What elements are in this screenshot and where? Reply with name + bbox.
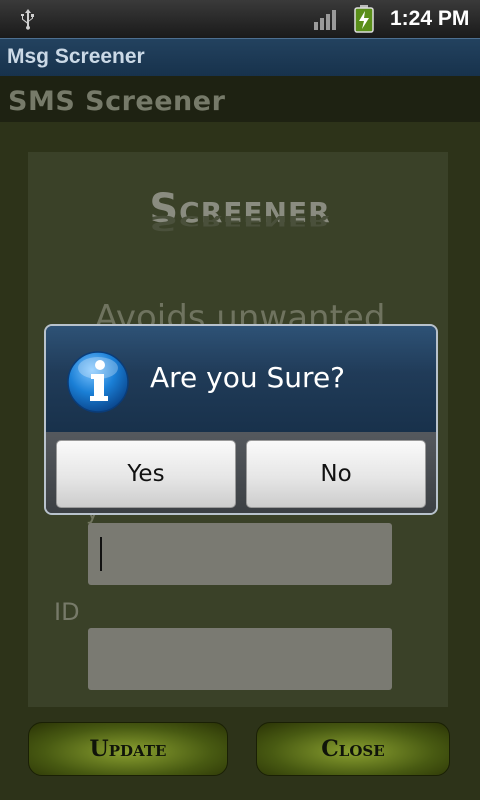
update-button[interactable]: Update	[28, 722, 228, 776]
dialog-title: Are you Sure?	[150, 361, 346, 394]
text-input-field[interactable]	[88, 523, 392, 585]
id-label: ID	[54, 598, 80, 626]
dialog-header: Are you Sure?	[46, 326, 436, 432]
text-cursor	[100, 537, 102, 571]
screen-header: SMS Screener	[0, 76, 480, 122]
status-bar: 1:24 PM	[0, 0, 480, 38]
screen-title: SMS Screener	[8, 86, 226, 117]
id-input-field[interactable]	[88, 628, 392, 690]
status-clock: 1:24 PM	[390, 7, 470, 30]
no-button[interactable]: No	[246, 440, 426, 508]
dialog-button-bar: Yes No	[46, 432, 436, 513]
yes-button[interactable]: Yes	[56, 440, 236, 508]
usb-icon	[21, 9, 34, 30]
app-title-bar: Msg Screener	[0, 38, 480, 76]
confirm-dialog: Are you Sure? Yes No	[44, 324, 438, 515]
battery-charging-icon	[354, 5, 374, 33]
signal-icon	[314, 10, 336, 30]
logo-reflection: Screener	[149, 211, 331, 234]
app-title: Msg Screener	[7, 45, 145, 68]
info-icon	[67, 351, 129, 413]
close-button[interactable]: Close	[256, 722, 450, 776]
